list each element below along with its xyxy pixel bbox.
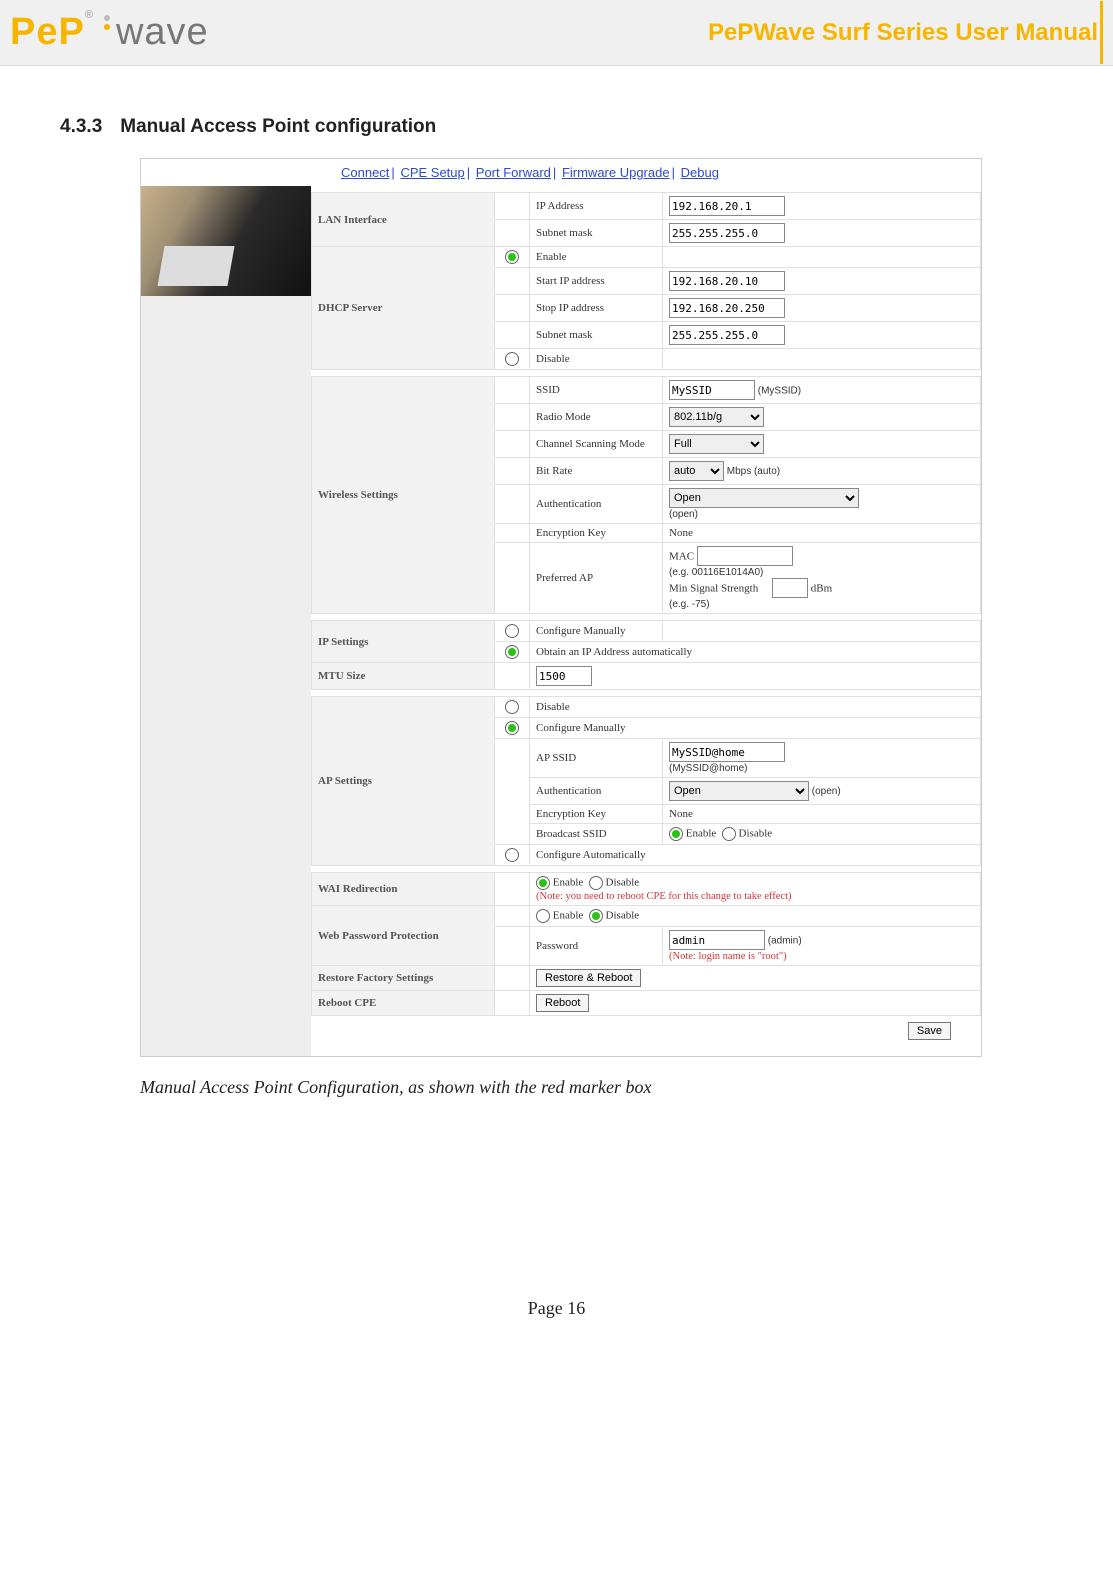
select-radio-mode[interactable]: 802.11b/g (669, 407, 764, 427)
page-header: PeP® wave PePWave Surf Series User Manua… (0, 0, 1113, 66)
section-restore: Restore Factory Settings (312, 966, 495, 991)
figure-caption: Manual Access Point Configuration, as sh… (140, 1077, 1113, 1098)
section-dhcp: DHCP Server (312, 247, 495, 370)
section-wireless: Wireless Settings (312, 377, 495, 614)
nav-firmware-upgrade[interactable]: Firmware Upgrade (562, 165, 670, 180)
select-scan-mode[interactable]: Full (669, 434, 764, 454)
top-nav: Connect| CPE Setup| Port Forward| Firmwa… (141, 159, 981, 186)
lbl-ip-address: IP Address (530, 193, 663, 220)
section-wai: WAI Redirection (312, 873, 495, 906)
select-ap-auth[interactable]: Open (669, 781, 809, 801)
document-title: PePWave Surf Series User Manual (708, 1, 1103, 64)
radio-ap-disable[interactable] (505, 700, 519, 714)
section-web-password: Web Password Protection (312, 906, 495, 966)
input-ap-ssid[interactable] (669, 742, 785, 762)
radio-ip-manual[interactable] (505, 624, 519, 638)
input-pref-mac[interactable] (697, 546, 793, 566)
radio-ip-auto[interactable] (505, 645, 519, 659)
input-dhcp-start[interactable] (669, 271, 785, 291)
radio-wai-disable[interactable] (589, 876, 603, 890)
radio-wai-enable[interactable] (536, 876, 550, 890)
restore-reboot-button[interactable]: Restore & Reboot (536, 969, 641, 987)
input-pref-rssi[interactable] (772, 578, 808, 598)
radio-ap-auto[interactable] (505, 848, 519, 862)
save-button[interactable]: Save (908, 1022, 951, 1040)
reboot-button[interactable]: Reboot (536, 994, 589, 1012)
radio-pw-disable[interactable] (589, 909, 603, 923)
section-mtu: MTU Size (312, 663, 495, 690)
radio-bcast-disable[interactable] (722, 827, 736, 841)
section-lan: LAN Interface (312, 193, 495, 247)
input-lan-ip[interactable] (669, 196, 785, 216)
input-mtu[interactable] (536, 666, 592, 686)
nav-port-forward[interactable]: Port Forward (476, 165, 551, 180)
input-password[interactable] (669, 930, 765, 950)
nav-debug[interactable]: Debug (681, 165, 719, 180)
input-dhcp-stop[interactable] (669, 298, 785, 318)
config-screenshot: Connect| CPE Setup| Port Forward| Firmwa… (140, 158, 982, 1057)
input-ssid[interactable] (669, 380, 755, 400)
section-heading: 4.3.3Manual Access Point configuration (60, 116, 1113, 138)
radio-dhcp-disable[interactable] (505, 352, 519, 366)
radio-bcast-enable[interactable] (669, 827, 683, 841)
select-bitrate[interactable]: auto (669, 461, 724, 481)
section-ip: IP Settings (312, 621, 495, 663)
sidebar (141, 186, 311, 1056)
section-ap: AP Settings (312, 697, 495, 866)
page-footer: Page 16 (0, 1298, 1113, 1319)
radio-dhcp-enable[interactable] (505, 250, 519, 264)
nav-cpe-setup[interactable]: CPE Setup (400, 165, 464, 180)
section-reboot: Reboot CPE (312, 991, 495, 1016)
select-auth[interactable]: Open (669, 488, 859, 508)
input-dhcp-mask[interactable] (669, 325, 785, 345)
nav-connect[interactable]: Connect (341, 165, 389, 180)
radio-pw-enable[interactable] (536, 909, 550, 923)
brand-logo: PeP® wave (10, 11, 209, 54)
lbl-lan-mask: Subnet mask (530, 220, 663, 247)
input-lan-mask[interactable] (669, 223, 785, 243)
preferred-ap-cell: MAC (e.g. 00116E1014A0) Min Signal Stren… (663, 543, 981, 614)
sidebar-image (141, 186, 311, 296)
radio-ap-manual[interactable] (505, 721, 519, 735)
